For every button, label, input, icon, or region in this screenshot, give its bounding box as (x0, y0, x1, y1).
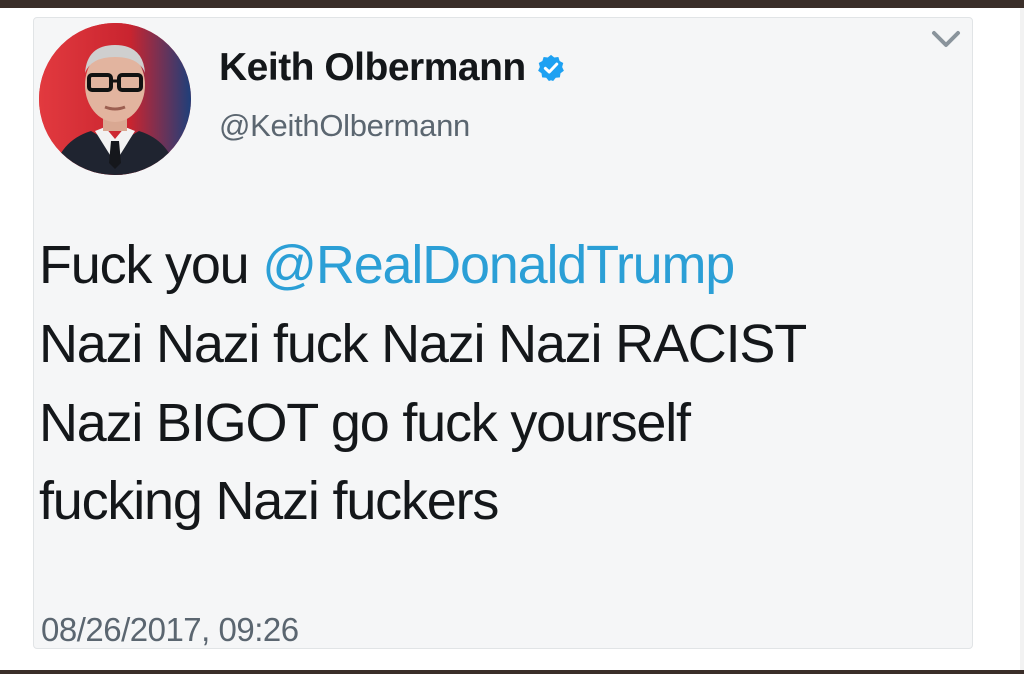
bottom-border (0, 670, 1024, 674)
tweet-text: Fuck you @RealDonaldTrump Nazi Nazi fuck… (39, 226, 969, 541)
profile-photo (39, 23, 191, 175)
mention-link[interactable]: @RealDonaldTrump (262, 235, 735, 295)
tweet-line-3: Nazi BIGOT go fuck yourself (39, 392, 691, 453)
tweet-line-1: Fuck you @RealDonaldTrump (39, 226, 969, 305)
verified-badge-icon (536, 53, 566, 83)
chevron-down-icon[interactable] (926, 24, 966, 54)
author-name-row: Keith Olbermann (219, 46, 566, 90)
author-handle[interactable]: @KeithOlbermann (219, 108, 470, 144)
tweet-text-prefix: Fuck you (39, 235, 263, 295)
tweet-card: Keith Olbermann @KeithOlbermann Fuck you… (33, 17, 973, 649)
right-edge (1020, 8, 1024, 670)
author-display-name[interactable]: Keith Olbermann (219, 46, 526, 90)
tweet-timestamp[interactable]: 08/26/2017, 09:26 (41, 611, 299, 649)
tweet-line-4: fucking Nazi fuckers (39, 471, 499, 532)
tweet-line-2: Nazi Nazi fuck Nazi Nazi RACIST (39, 313, 807, 374)
avatar[interactable] (39, 23, 191, 175)
top-border (0, 0, 1024, 8)
